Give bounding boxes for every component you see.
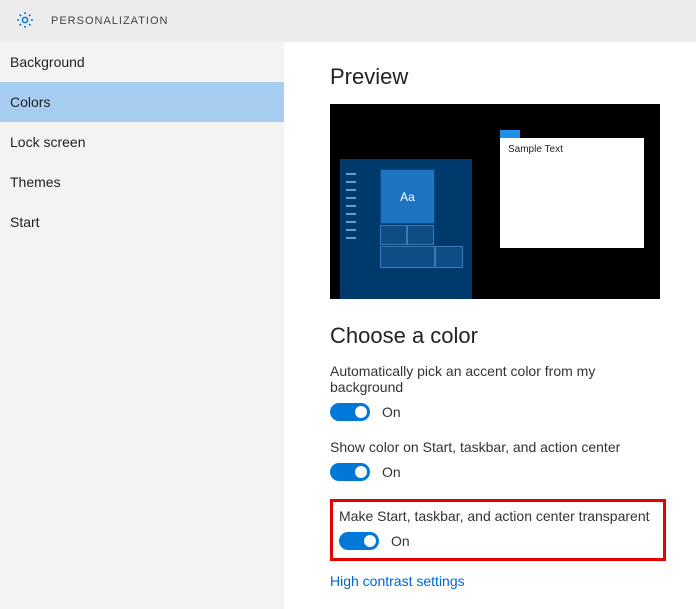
sidebar-item-colors[interactable]: Colors bbox=[0, 82, 284, 122]
sidebar-item-lock-screen[interactable]: Lock screen bbox=[0, 122, 284, 162]
preview-start-menu: Aa bbox=[340, 159, 472, 299]
setting-row: Automatically pick an accent color from … bbox=[330, 363, 666, 421]
preview-tile-small bbox=[407, 225, 434, 245]
choose-color-heading: Choose a color bbox=[330, 323, 666, 349]
preview-tile-large: Aa bbox=[380, 169, 435, 224]
preview-sample-text: Sample Text bbox=[500, 138, 644, 161]
preview-heading: Preview bbox=[330, 64, 666, 90]
preview-window: Sample Text bbox=[500, 138, 644, 248]
toggle-state-label: On bbox=[382, 464, 401, 480]
toggle-switch[interactable] bbox=[330, 403, 370, 421]
setting-row: Make Start, taskbar, and action center t… bbox=[339, 508, 657, 550]
setting-row: Show color on Start, taskbar, and action… bbox=[330, 439, 666, 481]
high-contrast-link[interactable]: High contrast settings bbox=[330, 573, 666, 589]
sidebar-item-start[interactable]: Start bbox=[0, 202, 284, 242]
toggle-state-label: On bbox=[391, 533, 410, 549]
toggle-switch[interactable] bbox=[339, 532, 379, 550]
sidebar-item-themes[interactable]: Themes bbox=[0, 162, 284, 202]
preview-thumbnail: Aa Sample Text bbox=[330, 104, 660, 299]
page-title: PERSONALIZATION bbox=[51, 15, 168, 27]
toggle-line: On bbox=[339, 532, 657, 550]
setting-label: Make Start, taskbar, and action center t… bbox=[339, 508, 657, 524]
header-bar: PERSONALIZATION bbox=[0, 0, 696, 42]
gear-icon bbox=[15, 10, 35, 33]
preview-tile-small bbox=[380, 225, 407, 245]
setting-group: Make Start, taskbar, and action center t… bbox=[330, 499, 666, 561]
setting-label: Automatically pick an accent color from … bbox=[330, 363, 666, 395]
preview-tile-wide bbox=[380, 246, 435, 268]
preview-rail bbox=[346, 173, 349, 273]
toggle-switch[interactable] bbox=[330, 463, 370, 481]
preview-tile-small bbox=[435, 246, 463, 268]
preview-window-accent bbox=[500, 130, 520, 138]
sidebar: BackgroundColorsLock screenThemesStart bbox=[0, 42, 284, 609]
preview-tiles: Aa bbox=[380, 169, 464, 268]
sidebar-item-background[interactable]: Background bbox=[0, 42, 284, 82]
toggle-line: On bbox=[330, 403, 666, 421]
toggle-state-label: On bbox=[382, 404, 401, 420]
setting-label: Show color on Start, taskbar, and action… bbox=[330, 439, 666, 455]
toggle-line: On bbox=[330, 463, 666, 481]
main-content: Preview Aa bbox=[284, 42, 696, 609]
